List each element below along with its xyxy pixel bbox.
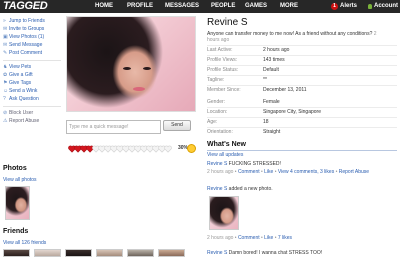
nav-messages[interactable]: MESSAGES (165, 3, 199, 10)
nav-games[interactable]: GAMES (245, 3, 267, 10)
info-divider (207, 75, 397, 76)
whats-new-divider (207, 150, 397, 151)
update-entry-meta: 2 hours ago • Comment • Like • View 4 co… (207, 169, 370, 175)
friend-thumbnail[interactable] (34, 249, 61, 257)
likes-count-link[interactable]: 7 likes (278, 235, 292, 241)
sidebar-item-invite-to-groups[interactable]: ✉ Invite to Groups (3, 26, 44, 33)
view-all-friends-link[interactable]: View all 126 friends (3, 240, 46, 247)
nav-people[interactable]: PEOPLE (211, 3, 235, 10)
sidebar-divider (3, 60, 61, 61)
friend-thumbnail[interactable] (96, 249, 123, 257)
info-divider (207, 55, 397, 56)
info-row-last-active: Last Active: 2 hours ago (207, 47, 290, 53)
nav-profile[interactable]: PROFILE (127, 3, 153, 10)
profile-actions-sidebar: » Jump to Friends ✉ Invite to Groups ▣View… (0, 13, 66, 159)
sidebar-divider (3, 106, 61, 107)
info-row-age: Age: 18 (207, 119, 269, 125)
info-row-orientation: Orientation: Straight (207, 129, 281, 135)
nav-home[interactable]: HOME (95, 3, 113, 10)
send-button[interactable]: Send (163, 120, 191, 131)
account-link[interactable]: Account (374, 3, 398, 10)
info-divider (207, 117, 397, 118)
update-entry-text: Revine S added a new photo. (207, 186, 273, 192)
sidebar-item-post-comment[interactable]: ✎ Post Comment (3, 50, 42, 57)
heart-empty-icon[interactable] (164, 145, 172, 153)
sidebar-item-view-pets[interactable]: ♞ View Pets (3, 64, 31, 71)
info-row-member-since: Member Since: December 13, 2011 (207, 87, 307, 93)
info-row-profile-views: Profile Views: 143 times (207, 57, 285, 63)
info-divider (207, 107, 397, 108)
profile-photo[interactable] (66, 16, 196, 112)
profile-status-question: Anyone can transfer money to me now! As … (207, 31, 377, 43)
sidebar-item-block-user[interactable]: ⊘ Block User (3, 110, 33, 117)
quick-message-input[interactable]: Type me a quick message! (66, 120, 161, 134)
alerts-count-badge[interactable]: 1 (331, 3, 338, 10)
nav-more[interactable]: MORE (280, 3, 298, 10)
sidebar-item-ask-question[interactable]: ? Ask Question (3, 96, 39, 103)
sidebar-item-send-wink[interactable]: ☺Send a Wink (3, 88, 37, 95)
view-all-photos-link[interactable]: View all photos (3, 177, 37, 184)
sidebar-item-report-abuse[interactable]: ⚠ Report Abuse (3, 118, 39, 125)
friend-thumbnail[interactable] (158, 249, 185, 257)
hearts-rating[interactable] (66, 142, 176, 156)
tagged-logo[interactable]: TAGGED (3, 1, 48, 12)
photos-heading: Photos (3, 165, 27, 172)
info-divider (207, 65, 397, 66)
profile-name: Revine S (207, 17, 248, 28)
info-divider (207, 127, 397, 128)
friend-thumbnail[interactable] (3, 249, 30, 257)
update-entry-text: Revine S FUCKING STRESSED! (207, 161, 281, 167)
info-row-gender: Gender: Female (207, 99, 280, 105)
info-divider (207, 45, 397, 46)
view-comments-link[interactable]: View 4 comments, 3 likes (278, 169, 334, 175)
sidebar-item-view-photos[interactable]: ▣View Photos (1) (3, 34, 44, 41)
info-row-profile-status: Profile Status: Default (207, 67, 279, 73)
sidebar-item-give-tags[interactable]: ⚑ Give Tags (3, 80, 31, 87)
sidebar-item-give-gift[interactable]: ✿ Give a Gift (3, 72, 33, 79)
info-row-tagline: Tagline: ** (207, 77, 267, 83)
view-all-updates-link[interactable]: View all updates (207, 152, 243, 159)
like-link[interactable]: Like (264, 235, 273, 241)
top-nav-bar: TAGGED HOME PROFILE MESSAGES PEOPLE GAME… (0, 0, 400, 13)
whats-new-heading: What's New (207, 141, 247, 148)
photo-thumbnail[interactable] (5, 186, 30, 220)
comment-link[interactable]: Comment (238, 169, 260, 175)
friends-heading: Friends (3, 228, 29, 235)
update-entry-text: Revine S Damn bored! I wanna chat STRESS… (207, 250, 323, 256)
info-row-location: Location: Singapore City, Singapore (207, 109, 321, 115)
comment-link[interactable]: Comment (238, 235, 260, 241)
photo-detail (143, 67, 151, 70)
update-entry-meta: 2 hours ago • Comment • Like • 7 likes (207, 235, 293, 241)
update-photo-thumbnail[interactable] (209, 196, 239, 230)
friend-thumbnail[interactable] (127, 249, 154, 257)
photo-detail (123, 67, 131, 70)
sidebar-item-send-message[interactable]: ✉ Send Message (3, 42, 42, 49)
sidebar-item-jump-to-friends[interactable]: » Jump to Friends (3, 18, 45, 25)
update-author-link[interactable]: Revine S (207, 186, 227, 192)
friend-thumbnail[interactable] (65, 249, 92, 257)
smiley-icon (187, 144, 196, 153)
photo-detail (133, 87, 145, 91)
update-author-link[interactable]: Revine S (207, 161, 227, 167)
like-link[interactable]: Like (264, 169, 273, 175)
alerts-link[interactable]: Alerts (340, 3, 357, 10)
update-author-link[interactable]: Revine S (207, 250, 227, 256)
account-icon[interactable] (368, 4, 372, 9)
info-divider (207, 85, 397, 86)
report-abuse-link[interactable]: Report Abuse (339, 169, 369, 175)
